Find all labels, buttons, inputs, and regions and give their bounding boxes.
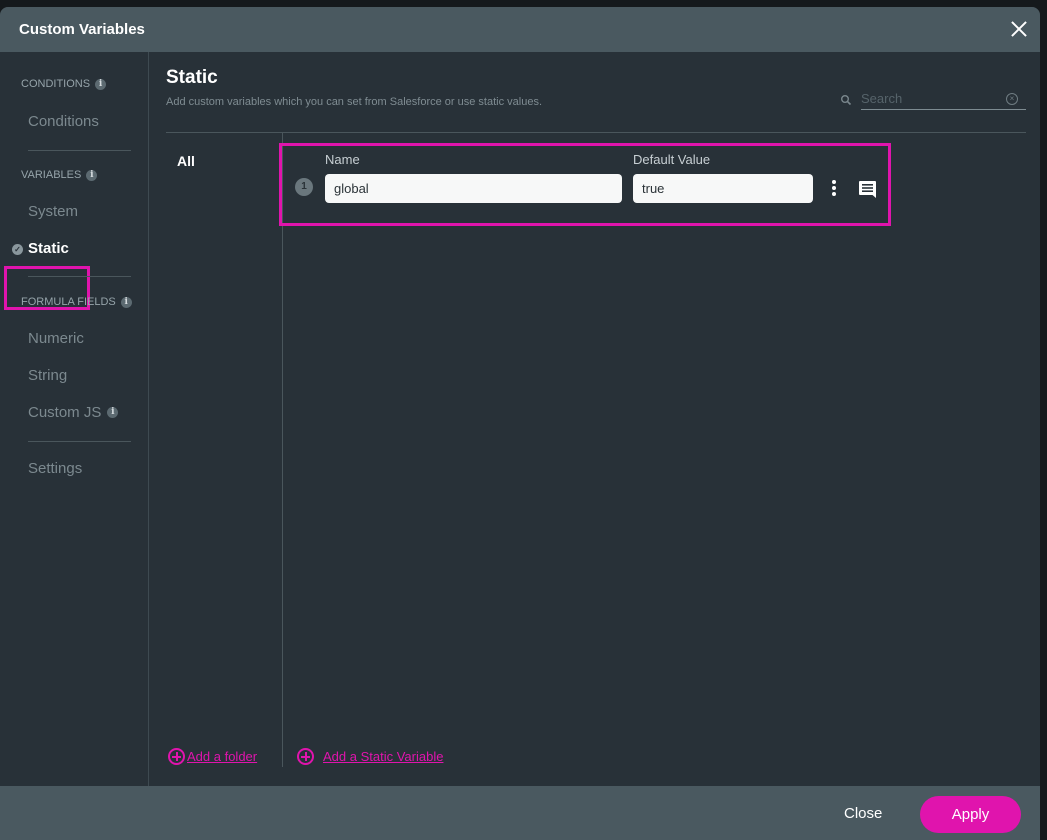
add-static-variable-label: Add a Static Variable [323, 749, 444, 764]
add-circle-icon [297, 748, 314, 765]
custom-variables-dialog: Custom Variables CONDITIONS i Conditions… [0, 7, 1040, 840]
section-heading-label: VARIABLES [21, 169, 82, 181]
add-static-variable-link[interactable]: Add a Static Variable [297, 748, 443, 765]
sidebar-item-label: Custom JS [28, 404, 102, 421]
sidebar-item-conditions[interactable]: Conditions [28, 113, 99, 130]
dialog-header: Custom Variables [0, 7, 1040, 52]
sidebar-item-system[interactable]: System [28, 203, 78, 220]
row-index-badge: 1 [295, 178, 313, 196]
comment-icon[interactable] [857, 179, 878, 200]
divider [166, 132, 1026, 133]
sidebar-item-label: Static [28, 240, 69, 257]
sidebar-item-custom-js[interactable]: Custom JS i [28, 404, 119, 421]
section-heading-variables: VARIABLES i [21, 169, 98, 181]
section-heading-label: CONDITIONS [21, 78, 91, 90]
check-circle-icon: ✓ [12, 244, 23, 255]
close-button[interactable]: Close [844, 805, 882, 822]
default-value-column-label: Default Value [633, 152, 711, 167]
section-heading-label: FORMULA FIELDS [21, 296, 116, 308]
section-heading-conditions: CONDITIONS i [21, 78, 107, 90]
apply-button[interactable]: Apply [920, 796, 1021, 833]
sidebar: CONDITIONS i Conditions VARIABLES i Syst… [0, 52, 149, 786]
dialog-title: Custom Variables [19, 21, 145, 38]
info-icon[interactable]: i [95, 78, 107, 90]
name-column-label: Name [325, 152, 360, 167]
dialog-footer: Close Apply [0, 786, 1040, 840]
divider [28, 276, 131, 277]
sidebar-item-string[interactable]: String [28, 367, 67, 384]
search-input[interactable] [861, 88, 1026, 110]
sidebar-item-numeric[interactable]: Numeric [28, 330, 84, 347]
more-options-icon[interactable] [830, 180, 838, 198]
divider [28, 150, 131, 151]
sidebar-item-label: Conditions [28, 113, 99, 130]
add-folder-label: Add a folder [187, 749, 258, 764]
info-icon[interactable]: i [86, 169, 98, 181]
add-folder-link[interactable]: Add a folder [168, 748, 257, 765]
search-icon [841, 95, 852, 106]
sidebar-item-static[interactable]: Static [28, 240, 69, 257]
default-value-input[interactable] [633, 174, 813, 203]
divider [282, 133, 283, 767]
close-icon[interactable] [1008, 18, 1030, 40]
add-circle-icon [168, 748, 185, 765]
clear-search-icon[interactable]: × [1006, 93, 1018, 105]
sidebar-item-label: System [28, 203, 79, 220]
sidebar-item-label: Numeric [28, 330, 84, 347]
info-icon[interactable]: i [107, 407, 119, 418]
page-title: Static [166, 67, 218, 88]
sidebar-item-label: String [28, 367, 68, 384]
sidebar-item-settings[interactable]: Settings [28, 460, 82, 477]
section-heading-formula-fields: FORMULA FIELDS i [21, 296, 132, 308]
info-icon[interactable]: i [120, 296, 132, 308]
search-box: × [840, 88, 1026, 110]
page-subtitle: Add custom variables which you can set f… [166, 96, 543, 108]
sidebar-item-label: Settings [28, 460, 83, 477]
folder-item-all[interactable]: All [177, 153, 195, 169]
main-panel: Static Add custom variables which you ca… [150, 52, 1040, 786]
divider [28, 441, 131, 442]
variable-name-input[interactable] [325, 174, 622, 203]
